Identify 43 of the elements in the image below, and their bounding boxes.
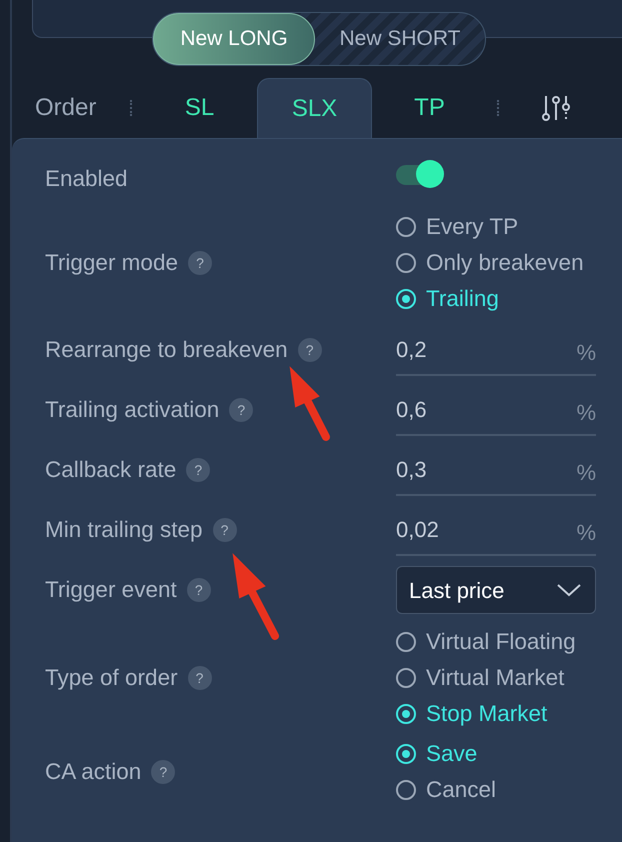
toggle-switch[interactable]: [396, 160, 444, 190]
radio-option[interactable]: Cancel: [396, 772, 496, 808]
radio-option[interactable]: Trailing: [396, 281, 499, 317]
help-icon[interactable]: ?: [188, 666, 212, 690]
setting-label: Trigger mode: [45, 249, 178, 278]
side-button[interactable]: New SHORT: [315, 13, 485, 65]
help-icon[interactable]: ?: [298, 338, 322, 362]
unit-label: %: [576, 398, 596, 426]
number-field[interactable]: 0,02: [396, 512, 439, 546]
setting-label: Enabled: [45, 165, 128, 194]
sliders-icon[interactable]: [541, 94, 571, 122]
setting-label: Callback rate: [45, 456, 176, 484]
setting-label: Trailing activation: [45, 396, 220, 424]
setting-label: Min trailing step: [45, 516, 203, 544]
radio-option[interactable]: Every TP: [396, 209, 518, 245]
unit-label: %: [576, 338, 596, 366]
chevron-down-icon: [557, 583, 581, 597]
setting-label: Rearrange to breakeven: [45, 336, 288, 364]
radio-option[interactable]: Save: [396, 736, 478, 772]
number-field[interactable]: 0,2: [396, 332, 427, 366]
unit-label: %: [576, 458, 596, 486]
setting-label: Type of order: [45, 664, 178, 692]
radio-option[interactable]: Stop Market: [396, 696, 548, 732]
radio-option[interactable]: Virtual Market: [396, 660, 564, 696]
setting-label: CA action: [45, 758, 142, 786]
help-icon[interactable]: ?: [186, 458, 210, 482]
help-icon[interactable]: ?: [186, 578, 211, 602]
unit-label: %: [576, 518, 596, 546]
tab[interactable]: SL: [142, 78, 257, 138]
help-icon[interactable]: ?: [151, 760, 176, 784]
radio-option[interactable]: Only breakeven: [396, 245, 584, 281]
help-icon[interactable]: ?: [188, 251, 212, 275]
number-field[interactable]: 0,3: [396, 452, 427, 486]
side-button[interactable]: New LONG: [153, 13, 315, 65]
number-field[interactable]: 0,6: [396, 392, 427, 426]
help-icon[interactable]: ?: [212, 518, 237, 542]
tab[interactable]: TP: [372, 78, 487, 138]
help-icon[interactable]: ?: [229, 398, 254, 422]
tab[interactable]: SLX: [257, 78, 372, 138]
setting-label: Trigger event: [45, 576, 177, 604]
dropdown[interactable]: Last price: [396, 566, 596, 614]
order-label: Order: [35, 93, 98, 123]
radio-option[interactable]: Virtual Floating: [396, 624, 576, 660]
